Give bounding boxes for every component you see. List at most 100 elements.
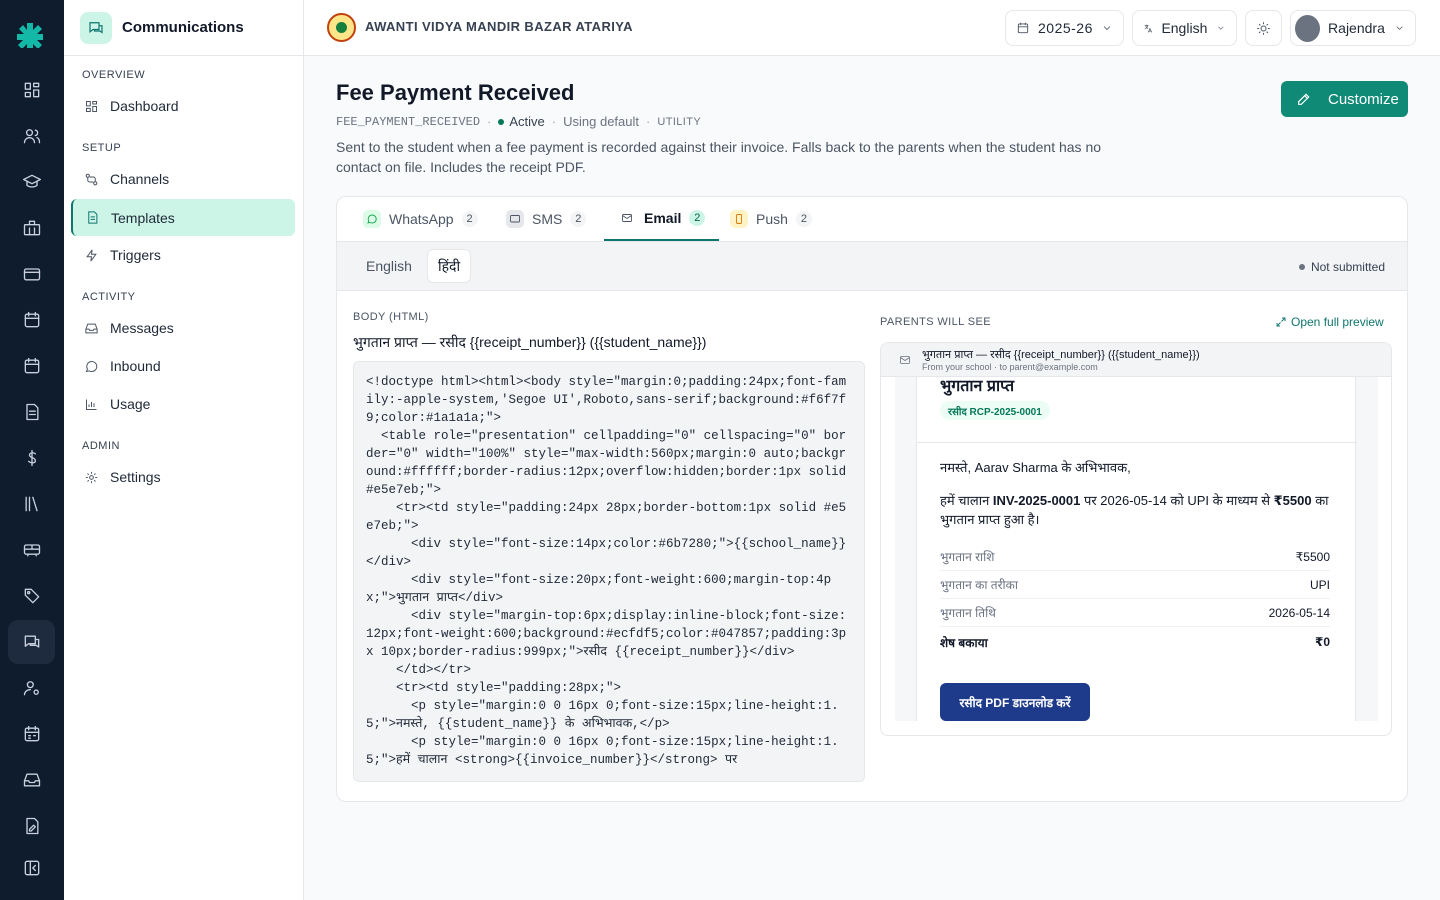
calendar-icon[interactable] xyxy=(18,306,46,334)
meta-separator: · xyxy=(551,114,557,129)
customize-label: Customize xyxy=(1328,90,1399,108)
sidebar-item-inbound[interactable]: Inbound xyxy=(72,348,295,384)
template-meta: FEE_PAYMENT_RECEIVED · Active · Using de… xyxy=(336,114,701,129)
status-dot xyxy=(498,118,505,125)
mail-icon xyxy=(618,209,636,227)
sidebar-item-triggers[interactable]: Triggers xyxy=(72,237,295,273)
receipt-badge: रसीद RCP-2025-0001 xyxy=(940,401,1050,420)
tab-label: Email xyxy=(644,210,682,226)
sms-icon xyxy=(506,210,524,228)
bus-icon[interactable] xyxy=(18,536,46,564)
top-bar: AWANTI VIDYA MANDIR BAZAR ATARIYA 2025-2… xyxy=(304,0,1440,56)
html-body-code: <!doctype html><html><body style="margin… xyxy=(366,375,847,767)
page-title: Fee Payment Received xyxy=(336,80,575,105)
email-preview: भुगतान प्राप्त — रसीद {{receipt_number}}… xyxy=(880,342,1392,736)
sidebar-item-label: Messages xyxy=(110,320,174,336)
chevron-down-icon xyxy=(1103,26,1111,31)
sidebar-item-messages[interactable]: Messages xyxy=(72,310,295,346)
inbox-icon[interactable] xyxy=(18,766,46,794)
translate-icon xyxy=(1144,24,1153,33)
tab-email[interactable]: Email 2 xyxy=(604,197,720,241)
language-value: English xyxy=(1161,20,1208,36)
logo-icon[interactable] xyxy=(17,22,43,48)
body-label: BODY (HTML) xyxy=(353,311,429,323)
sidebar-item-label: Usage xyxy=(110,396,151,412)
section-admin: ADMIN xyxy=(82,440,120,452)
inbox-icon xyxy=(85,323,98,333)
channel-tabs: WhatsApp 2 SMS 2 Email 2 Push 2 xyxy=(337,197,1407,242)
sidebar-item-templates[interactable]: Templates xyxy=(71,199,295,236)
chat-icon[interactable] xyxy=(18,628,46,656)
user-menu[interactable]: Rajendra xyxy=(1290,10,1416,46)
language-select[interactable]: English xyxy=(1132,10,1237,46)
payment-row-value: 2026-05-14 xyxy=(1268,605,1330,620)
graduation-cap-icon[interactable] xyxy=(18,168,46,196)
tab-label: WhatsApp xyxy=(389,211,454,227)
credit-card-icon[interactable] xyxy=(18,260,46,288)
mail-icon xyxy=(900,356,910,364)
html-body-editor[interactable]: <!doctype html><html><body style="margin… xyxy=(353,361,865,782)
email-subject[interactable]: भुगतान प्राप्त — रसीद {{receipt_number}}… xyxy=(353,333,706,352)
open-full-preview-label: Open full preview xyxy=(1291,315,1384,329)
collapse-icon[interactable] xyxy=(18,854,46,882)
sidebar-item-settings[interactable]: Settings xyxy=(72,459,295,495)
users-icon[interactable] xyxy=(18,122,46,150)
download-receipt-button[interactable]: रसीद PDF डाउनलोड करें xyxy=(940,683,1090,721)
payment-row-key: भुगतान तिथि xyxy=(940,606,996,620)
payment-row-key: शेष बकाया xyxy=(940,635,988,650)
calendar-grid-icon[interactable] xyxy=(18,720,46,748)
tab-push[interactable]: Push 2 xyxy=(730,197,812,241)
tab-sms[interactable]: SMS 2 xyxy=(506,197,587,241)
academic-year-select[interactable]: 2025-26 xyxy=(1005,10,1124,46)
mail-greeting: नमस्ते, Aarav Sharma के अभिभावक, xyxy=(940,460,1131,475)
expand-icon xyxy=(1276,317,1286,327)
mail-card: भुगतान प्राप्त रसीद RCP-2025-0001 नमस्ते… xyxy=(916,377,1357,721)
tab-count: 2 xyxy=(689,210,706,226)
sidebar: Communications OVERVIEW Dashboard SETUP … xyxy=(64,0,304,900)
calendar-icon xyxy=(1017,22,1029,34)
app-title: Communications xyxy=(122,19,244,36)
sidebar-item-channels[interactable]: Channels xyxy=(72,161,295,197)
lang-english[interactable]: English xyxy=(356,249,422,283)
file-edit-icon[interactable] xyxy=(18,812,46,840)
preview-subject: भुगतान प्राप्त — रसीद {{receipt_number}}… xyxy=(922,349,1200,361)
chevron-down-icon xyxy=(1396,26,1403,30)
sidebar-item-usage[interactable]: Usage xyxy=(72,386,295,422)
sidebar-item-dashboard[interactable]: Dashboard xyxy=(72,88,295,124)
tag-icon[interactable] xyxy=(18,582,46,610)
template-source: Using default xyxy=(563,114,640,129)
tab-count: 2 xyxy=(461,211,478,227)
invoice-number: INV-2025-0001 xyxy=(992,493,1081,508)
theme-toggle[interactable] xyxy=(1245,10,1282,46)
dashboard-icon[interactable] xyxy=(18,76,46,104)
open-full-preview-link[interactable]: Open full preview xyxy=(1275,315,1384,329)
academic-year-value: 2025-26 xyxy=(1038,20,1093,36)
dashboard-icon xyxy=(86,100,97,112)
document-icon[interactable] xyxy=(18,398,46,426)
library-icon[interactable] xyxy=(18,490,46,518)
sidebar-item-label: Inbound xyxy=(110,358,161,374)
payment-row: भुगतान का तरीका UPI xyxy=(940,571,1330,599)
avatar xyxy=(1295,14,1321,42)
divider xyxy=(917,442,1357,443)
preview-from: From your school · to parent@example.com xyxy=(922,362,1098,372)
meta-separator: · xyxy=(487,114,492,129)
lang-hindi[interactable]: हिंदी xyxy=(427,249,472,283)
bolt-icon xyxy=(86,249,97,261)
building-icon[interactable] xyxy=(18,214,46,242)
section-setup: SETUP xyxy=(82,142,122,154)
calendar-check-icon[interactable] xyxy=(18,352,46,380)
channels-icon xyxy=(85,173,98,185)
school-name: AWANTI VIDYA MANDIR BAZAR ATARIYA xyxy=(365,19,633,34)
user-settings-icon[interactable] xyxy=(18,674,46,702)
document-icon xyxy=(88,211,98,224)
dollar-icon[interactable] xyxy=(18,444,46,472)
sidebar-item-label: Settings xyxy=(110,469,161,485)
payment-row-total: शेष बकाया ₹0 xyxy=(940,628,1330,656)
customize-button[interactable]: Customize xyxy=(1281,81,1408,117)
mail-message-part: हमें चालान xyxy=(940,493,993,508)
preview-body: भुगतान प्राप्त रसीद RCP-2025-0001 नमस्ते… xyxy=(895,377,1378,721)
sun-icon xyxy=(1257,21,1270,35)
submission-status-label: Not submitted xyxy=(1310,260,1385,274)
tab-whatsapp[interactable]: WhatsApp 2 xyxy=(363,197,478,241)
